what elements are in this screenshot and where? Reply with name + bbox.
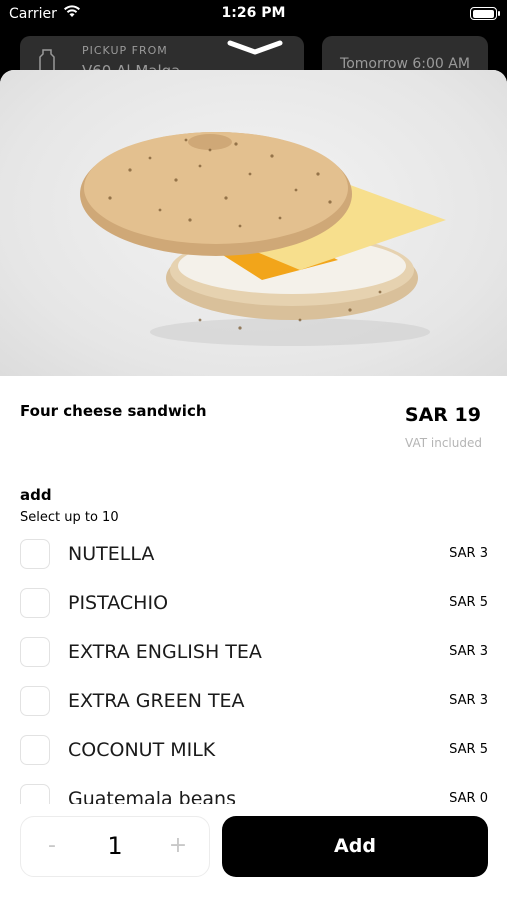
- addon-label: EXTRA ENGLISH TEA: [68, 641, 262, 663]
- battery-fill: [472, 9, 494, 18]
- addon-row[interactable]: COCONUT MILK SAR 5: [0, 726, 507, 775]
- addon-row[interactable]: EXTRA GREEN TEA SAR 3: [0, 677, 507, 726]
- addon-price: SAR 5: [449, 742, 488, 757]
- addon-checkbox[interactable]: [20, 686, 50, 716]
- addon-checkbox[interactable]: [20, 735, 50, 765]
- addon-row[interactable]: EXTRA ENGLISH TEA SAR 3: [0, 628, 507, 677]
- addon-checkbox[interactable]: [20, 784, 50, 804]
- product-name: Four cheese sandwich: [20, 402, 207, 420]
- addon-price: SAR 5: [449, 595, 488, 610]
- quantity-value: 1: [107, 832, 123, 860]
- vat-note: VAT included: [405, 436, 482, 450]
- status-bar: Carrier 1:26 PM: [0, 0, 507, 30]
- cup-icon: [38, 48, 56, 72]
- status-time: 1:26 PM: [221, 5, 286, 21]
- pickup-label: PICKUP FROM: [82, 44, 168, 57]
- decrement-button[interactable]: -: [37, 831, 67, 861]
- product-price: SAR 19: [404, 404, 481, 426]
- bagel-sandwich-image: [80, 132, 446, 346]
- add-to-cart-button[interactable]: Add: [222, 816, 488, 877]
- addons-title: add: [20, 486, 52, 504]
- product-image: [0, 70, 507, 376]
- bottom-bar: - 1 + Add: [0, 804, 507, 900]
- quantity-stepper: - 1 +: [20, 816, 210, 877]
- addon-checkbox[interactable]: [20, 637, 50, 667]
- battery-icon: [470, 7, 500, 20]
- addon-row[interactable]: Guatemala beans SAR 0: [0, 775, 507, 804]
- addon-checkbox[interactable]: [20, 539, 50, 569]
- product-sheet: Four cheese sandwich SAR 19 VAT included…: [0, 70, 507, 900]
- addon-label: COCONUT MILK: [68, 739, 216, 761]
- addon-price: SAR 3: [449, 546, 488, 561]
- addon-label: PISTACHIO: [68, 592, 169, 614]
- collapse-button[interactable]: [226, 38, 286, 68]
- addon-row[interactable]: PISTACHIO SAR 5: [0, 579, 507, 628]
- addon-price: SAR 3: [449, 693, 488, 708]
- addon-price: SAR 3: [449, 644, 488, 659]
- increment-button[interactable]: +: [163, 831, 193, 861]
- addon-label: EXTRA GREEN TEA: [68, 690, 245, 712]
- addon-label: NUTELLA: [68, 543, 155, 565]
- addon-checkbox[interactable]: [20, 588, 50, 618]
- addon-label: Guatemala beans: [68, 788, 236, 804]
- addons-list: NUTELLA SAR 3 PISTACHIO SAR 5 EXTRA ENGL…: [0, 530, 507, 804]
- addons-subtitle: Select up to 10: [20, 510, 119, 525]
- addon-price: SAR 0: [449, 791, 488, 804]
- addon-row[interactable]: NUTELLA SAR 3: [0, 530, 507, 579]
- chevron-down-icon: [226, 40, 284, 60]
